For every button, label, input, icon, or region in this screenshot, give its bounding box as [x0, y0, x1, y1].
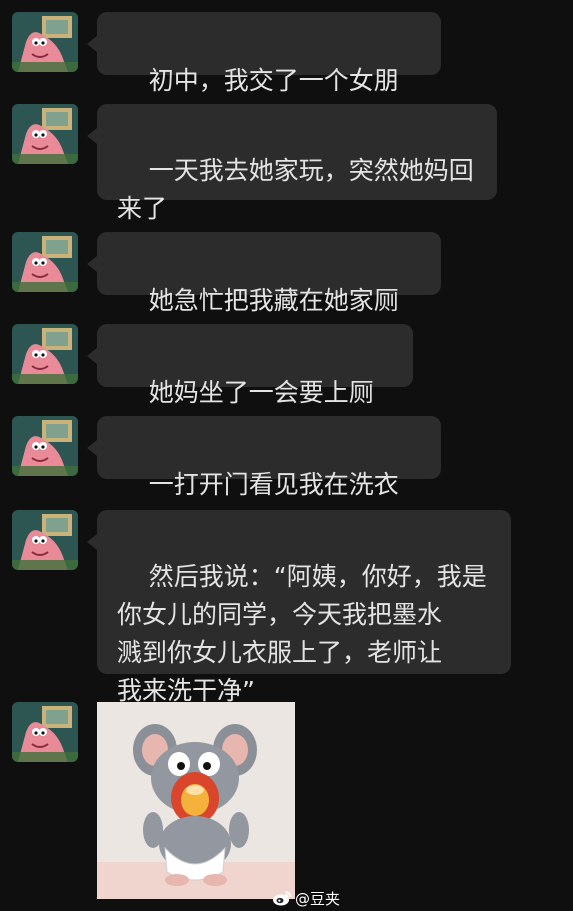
avatar[interactable] [12, 702, 78, 762]
avatar[interactable] [12, 12, 78, 72]
patrick-star-avatar-icon [12, 510, 78, 570]
avatar[interactable] [12, 104, 78, 164]
watermark-text: @豆夹 [295, 889, 341, 908]
avatar[interactable] [12, 324, 78, 384]
message-bubble[interactable]: 她急忙把我藏在她家厕所 [87, 232, 441, 353]
weibo-logo-icon [273, 891, 292, 906]
message-text: 然后我说：“阿姨，你好，我是 你女儿的同学，今天我把墨水 溅到你女儿衣服上了，老… [117, 562, 487, 705]
chat-screen: { "messages": [ { "text": "初中，我交了一个女朋友" … [0, 0, 573, 911]
watermark: @豆夹 [272, 886, 340, 910]
patrick-star-avatar-icon [12, 702, 78, 762]
patrick-star-avatar-icon [12, 416, 78, 476]
patrick-star-avatar-icon [12, 104, 78, 164]
avatar[interactable] [12, 510, 78, 570]
avatar[interactable] [12, 416, 78, 476]
patrick-star-avatar-icon [12, 324, 78, 384]
message-bubble[interactable]: 初中，我交了一个女朋友 [87, 12, 441, 133]
message-bubble[interactable]: 一天我去她家玩，突然她妈回 来了 [87, 104, 497, 223]
message-text: 一天我去她家玩，突然她妈回 来了 [117, 156, 474, 223]
patrick-star-avatar-icon [12, 12, 78, 72]
sticker-image[interactable] [97, 702, 295, 899]
patrick-star-avatar-icon [12, 232, 78, 292]
message-bubble[interactable]: 然后我说：“阿姨，你好，我是 你女儿的同学，今天我把墨水 溅到你女儿衣服上了，老… [87, 510, 511, 705]
avatar[interactable] [12, 232, 78, 292]
shocked-mouse-sticker-icon [97, 702, 295, 899]
message-bubble[interactable]: 她妈坐了一会要上厕所 [87, 324, 413, 445]
message-bubble[interactable]: 一打开门看见我在洗衣服 [87, 416, 441, 537]
